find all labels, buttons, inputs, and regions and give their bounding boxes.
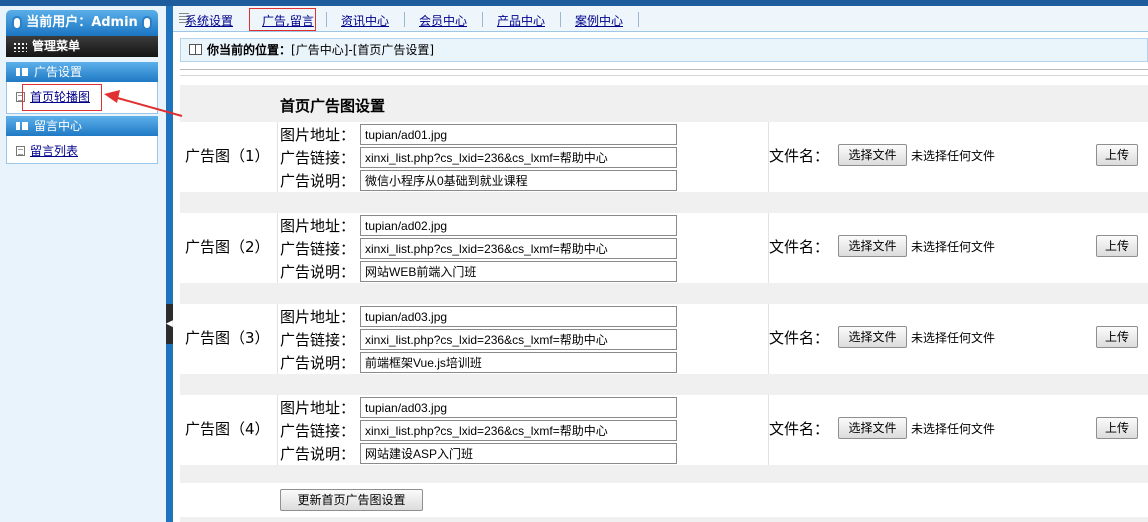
column-separator <box>277 395 278 465</box>
divider-line <box>180 69 1148 70</box>
upload-button-1[interactable]: 上传 <box>1096 144 1138 166</box>
image-url-input-2[interactable] <box>360 215 677 236</box>
ad-link-input-1[interactable] <box>360 147 677 168</box>
menu-header: 管理菜单 <box>6 36 158 57</box>
sidebar-divider <box>166 6 173 522</box>
upload-button-2[interactable]: 上传 <box>1096 235 1138 257</box>
grid-icon <box>13 42 27 52</box>
ad-row-2: 广告图（2） 图片地址： 广告链接： 广告说明： 文件名： 选择文件 未选择任何… <box>180 213 1148 283</box>
nav-separator <box>326 12 327 27</box>
breadcrumb-path: [广告中心]-[首页广告设置] <box>291 43 435 57</box>
ad-label: 广告图（1） <box>185 147 270 165</box>
choose-file-button-3[interactable]: 选择文件 <box>838 326 907 348</box>
ring-icon <box>12 16 22 30</box>
nav-separator <box>638 12 639 27</box>
ad-desc-input-2[interactable] <box>360 261 677 282</box>
image-url-label: 图片地址： <box>280 217 356 235</box>
ad-desc-input-3[interactable] <box>360 352 677 373</box>
menu-title: 管理菜单 <box>32 39 81 53</box>
no-file-text: 未选择任何文件 <box>911 331 996 345</box>
list-icon <box>16 122 28 130</box>
ad-row-4: 广告图（4） 图片地址： 广告链接： 广告说明： 文件名： 选择文件 未选择任何… <box>180 395 1148 465</box>
nav-member-center[interactable]: 会员中心 <box>419 12 467 29</box>
ad-desc-input-4[interactable] <box>360 443 677 464</box>
ad-link-label: 广告链接： <box>280 422 356 440</box>
image-url-label: 图片地址： <box>280 126 356 144</box>
current-user-bar: 当前用户：Admin <box>6 10 158 36</box>
ad-link-label: 广告链接： <box>280 149 356 167</box>
file-name-label: 文件名： <box>769 420 830 438</box>
form-title: 首页广告图设置 <box>280 97 386 115</box>
no-file-text: 未选择任何文件 <box>911 149 996 163</box>
column-separator <box>277 304 278 374</box>
nav-product-center[interactable]: 产品中心 <box>497 12 545 29</box>
ad-desc-label: 广告说明： <box>280 172 356 190</box>
choose-file-button-1[interactable]: 选择文件 <box>838 144 907 166</box>
upload-button-3[interactable]: 上传 <box>1096 326 1138 348</box>
nav-separator <box>560 12 561 27</box>
sidebar-item-label: 留言列表 <box>30 144 79 158</box>
ad-link-label: 广告链接： <box>280 240 356 258</box>
top-nav: 系统设置 广告,留言 资讯中心 会员中心 产品中心 案例中心 <box>173 6 1148 32</box>
nav-separator <box>482 12 483 27</box>
sidebar-section-ads[interactable]: 广告设置 <box>6 62 158 82</box>
column-separator <box>277 122 278 192</box>
ad-row-3: 广告图（3） 图片地址： 广告链接： 广告说明： 文件名： 选择文件 未选择任何… <box>180 304 1148 374</box>
sidebar-section-messages[interactable]: 留言中心 <box>6 116 158 136</box>
book-icon <box>189 44 202 55</box>
ad-desc-label: 广告说明： <box>280 354 356 372</box>
ad-link-input-3[interactable] <box>360 329 677 350</box>
section-title: 广告设置 <box>34 65 83 79</box>
ad-label: 广告图（2） <box>185 238 270 256</box>
ad-row-1: 广告图（1） 图片地址： 广告链接： 广告说明： 文件名： 选择文件 未选择任何… <box>180 122 1148 192</box>
annotation-highlight-box <box>22 84 102 111</box>
breadcrumb-label: 你当前的位置： <box>207 43 292 57</box>
ad-label: 广告图（4） <box>185 420 270 438</box>
list-icon <box>16 68 28 76</box>
current-user-label: 当前用户：Admin <box>26 15 138 30</box>
admin-app: 当前用户：Admin 管理菜单 广告设置 首页轮播图 留言中心 留言列表 ◀ 系… <box>0 0 1148 522</box>
nav-system-settings[interactable]: 系统设置 <box>185 12 233 29</box>
ad-settings-form: 首页广告图设置 广告图（1） 图片地址： 广告链接： 广告说明： 文件名： 选择… <box>180 85 1148 522</box>
no-file-text: 未选择任何文件 <box>911 422 996 436</box>
ad-link-label: 广告链接： <box>280 331 356 349</box>
choose-file-button-4[interactable]: 选择文件 <box>838 417 907 439</box>
form-footer: 更新首页广告图设置 <box>180 483 1148 517</box>
collapse-handle[interactable]: ◀ <box>166 304 173 344</box>
annotation-nav-highlight <box>249 8 316 31</box>
column-separator <box>277 213 278 283</box>
image-url-label: 图片地址： <box>280 399 356 417</box>
nav-separator <box>404 12 405 27</box>
document-icon <box>16 146 25 156</box>
nav-case-center[interactable]: 案例中心 <box>575 12 623 29</box>
upload-button-4[interactable]: 上传 <box>1096 417 1138 439</box>
ring-icon <box>142 16 152 30</box>
ad-label: 广告图（3） <box>185 329 270 347</box>
ad-desc-label: 广告说明： <box>280 445 356 463</box>
sidebar-item-message-list[interactable]: 留言列表 <box>16 143 78 159</box>
file-name-label: 文件名： <box>769 329 830 347</box>
no-file-text: 未选择任何文件 <box>911 240 996 254</box>
ad-desc-label: 广告说明： <box>280 263 356 281</box>
file-name-label: 文件名： <box>769 147 830 165</box>
breadcrumb: 你当前的位置：[广告中心]-[首页广告设置] <box>180 38 1148 62</box>
choose-file-button-2[interactable]: 选择文件 <box>838 235 907 257</box>
file-name-label: 文件名： <box>769 238 830 256</box>
image-url-label: 图片地址： <box>280 308 356 326</box>
image-url-input-4[interactable] <box>360 397 677 418</box>
ad-link-input-4[interactable] <box>360 420 677 441</box>
image-url-input-1[interactable] <box>360 124 677 145</box>
ad-desc-input-1[interactable] <box>360 170 677 191</box>
ad-link-input-2[interactable] <box>360 238 677 259</box>
nav-news-center[interactable]: 资讯中心 <box>341 12 389 29</box>
divider-line <box>180 75 1148 76</box>
image-url-input-3[interactable] <box>360 306 677 327</box>
section-title: 留言中心 <box>34 119 83 133</box>
update-settings-button[interactable]: 更新首页广告图设置 <box>280 489 423 511</box>
